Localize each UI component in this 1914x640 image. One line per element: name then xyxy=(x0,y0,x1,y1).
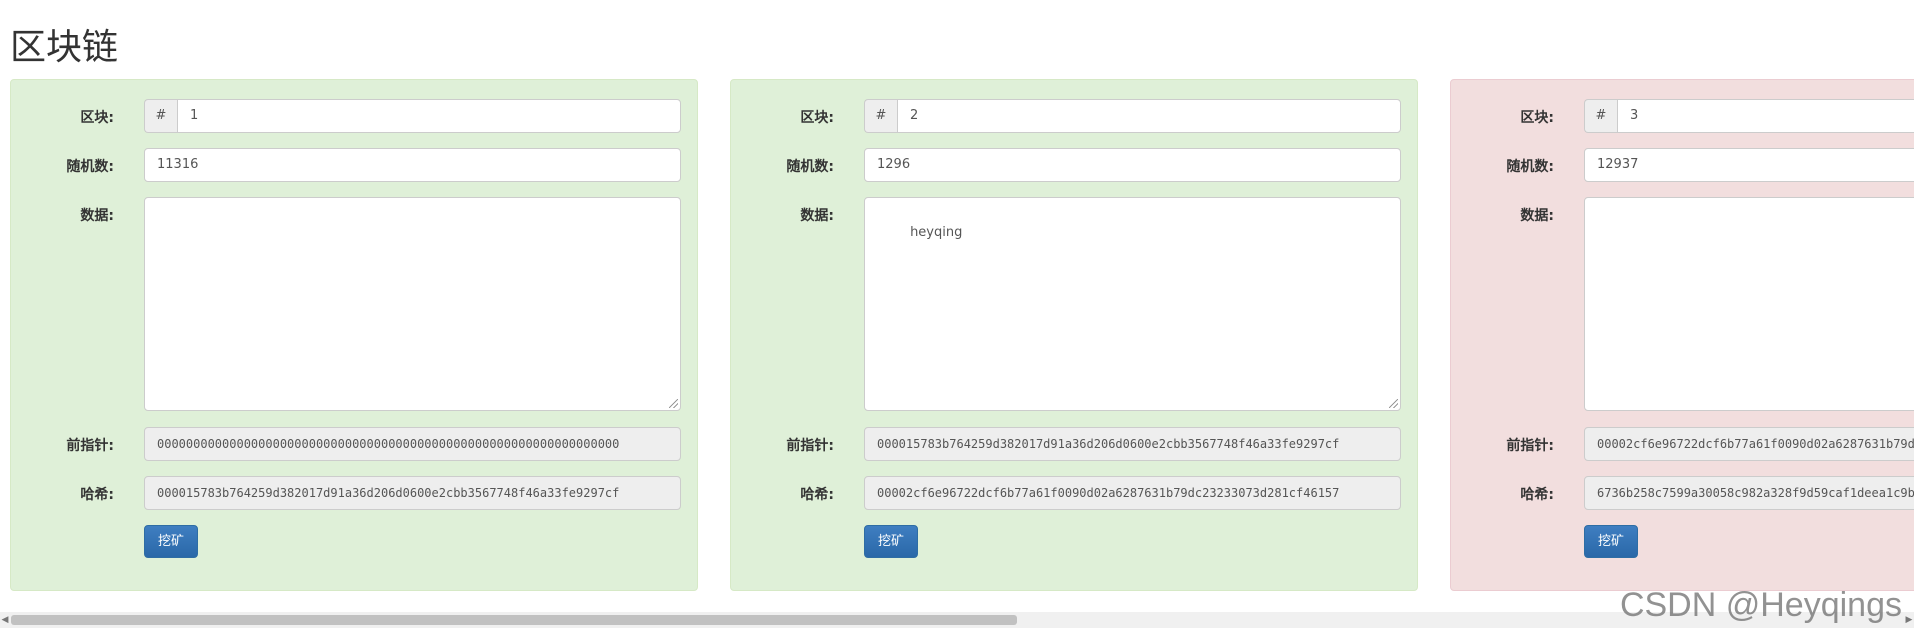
mine-button[interactable]: 挖矿 xyxy=(144,525,198,558)
prev-pointer-field[interactable]: 0000000000000000000000000000000000000000… xyxy=(144,427,681,461)
hash-sign-addon: # xyxy=(144,99,177,133)
horizontal-scrollbar[interactable]: ◀ ▶ xyxy=(0,612,1914,628)
scroll-right-arrow-icon[interactable]: ▶ xyxy=(1904,612,1914,628)
hash-field[interactable]: 6736b258c7599a30058c982a328f9d59caf1deea… xyxy=(1584,476,1914,510)
prev-label: 前指针: xyxy=(66,438,114,454)
block-number-group: # 3 xyxy=(1584,99,1914,133)
prev-pointer-field[interactable]: 00002cf6e96722dcf6b77a61f0090d02a6287631… xyxy=(1584,427,1914,461)
data-text: heyqing xyxy=(910,225,963,240)
block-card-2: 区块: # 2 随机数: 1296 数据: heyqing 前指针: 00001… xyxy=(730,79,1418,591)
data-textarea[interactable] xyxy=(144,197,681,411)
mine-button[interactable]: 挖矿 xyxy=(864,525,918,558)
data-textarea[interactable]: heyqing xyxy=(864,197,1401,411)
hash-label: 哈希: xyxy=(1520,487,1554,503)
mine-button[interactable]: 挖矿 xyxy=(1584,525,1638,558)
nonce-input[interactable]: 1296 xyxy=(864,148,1401,182)
block-number-group: # 1 xyxy=(144,99,681,133)
resize-grip-icon[interactable] xyxy=(669,399,678,408)
block-card-3: 区块: # 3 随机数: 12937 数据: 前指针: 00002cf6e967… xyxy=(1450,79,1914,591)
block-number-input[interactable]: 1 xyxy=(177,99,681,133)
hash-label: 哈希: xyxy=(80,487,114,503)
data-label: 数据: xyxy=(800,208,834,224)
resize-grip-icon[interactable] xyxy=(1389,399,1398,408)
nonce-input[interactable]: 11316 xyxy=(144,148,681,182)
blockchain-viewport: 区块: # 1 随机数: 11316 数据: 前指针: 000000000000… xyxy=(0,0,1914,612)
nonce-input[interactable]: 12937 xyxy=(1584,148,1914,182)
prev-pointer-field[interactable]: 000015783b764259d382017d91a36d206d0600e2… xyxy=(864,427,1401,461)
block-number-input[interactable]: 2 xyxy=(897,99,1401,133)
nonce-label: 随机数: xyxy=(1506,159,1554,175)
block-label: 区块: xyxy=(800,110,834,126)
hash-sign-addon: # xyxy=(864,99,897,133)
block-number-input[interactable]: 3 xyxy=(1617,99,1914,133)
nonce-label: 随机数: xyxy=(66,159,114,175)
hash-label: 哈希: xyxy=(800,487,834,503)
prev-label: 前指针: xyxy=(786,438,834,454)
scroll-thumb[interactable] xyxy=(11,615,1017,625)
block-label: 区块: xyxy=(1520,110,1554,126)
hash-field[interactable]: 00002cf6e96722dcf6b77a61f0090d02a6287631… xyxy=(864,476,1401,510)
nonce-label: 随机数: xyxy=(786,159,834,175)
prev-label: 前指针: xyxy=(1506,438,1554,454)
data-label: 数据: xyxy=(80,208,114,224)
data-label: 数据: xyxy=(1520,208,1554,224)
block-number-group: # 2 xyxy=(864,99,1401,133)
hash-field[interactable]: 000015783b764259d382017d91a36d206d0600e2… xyxy=(144,476,681,510)
hash-sign-addon: # xyxy=(1584,99,1617,133)
block-label: 区块: xyxy=(80,110,114,126)
block-card-1: 区块: # 1 随机数: 11316 数据: 前指针: 000000000000… xyxy=(10,79,698,591)
data-textarea[interactable] xyxy=(1584,197,1914,411)
scroll-left-arrow-icon[interactable]: ◀ xyxy=(0,612,10,628)
